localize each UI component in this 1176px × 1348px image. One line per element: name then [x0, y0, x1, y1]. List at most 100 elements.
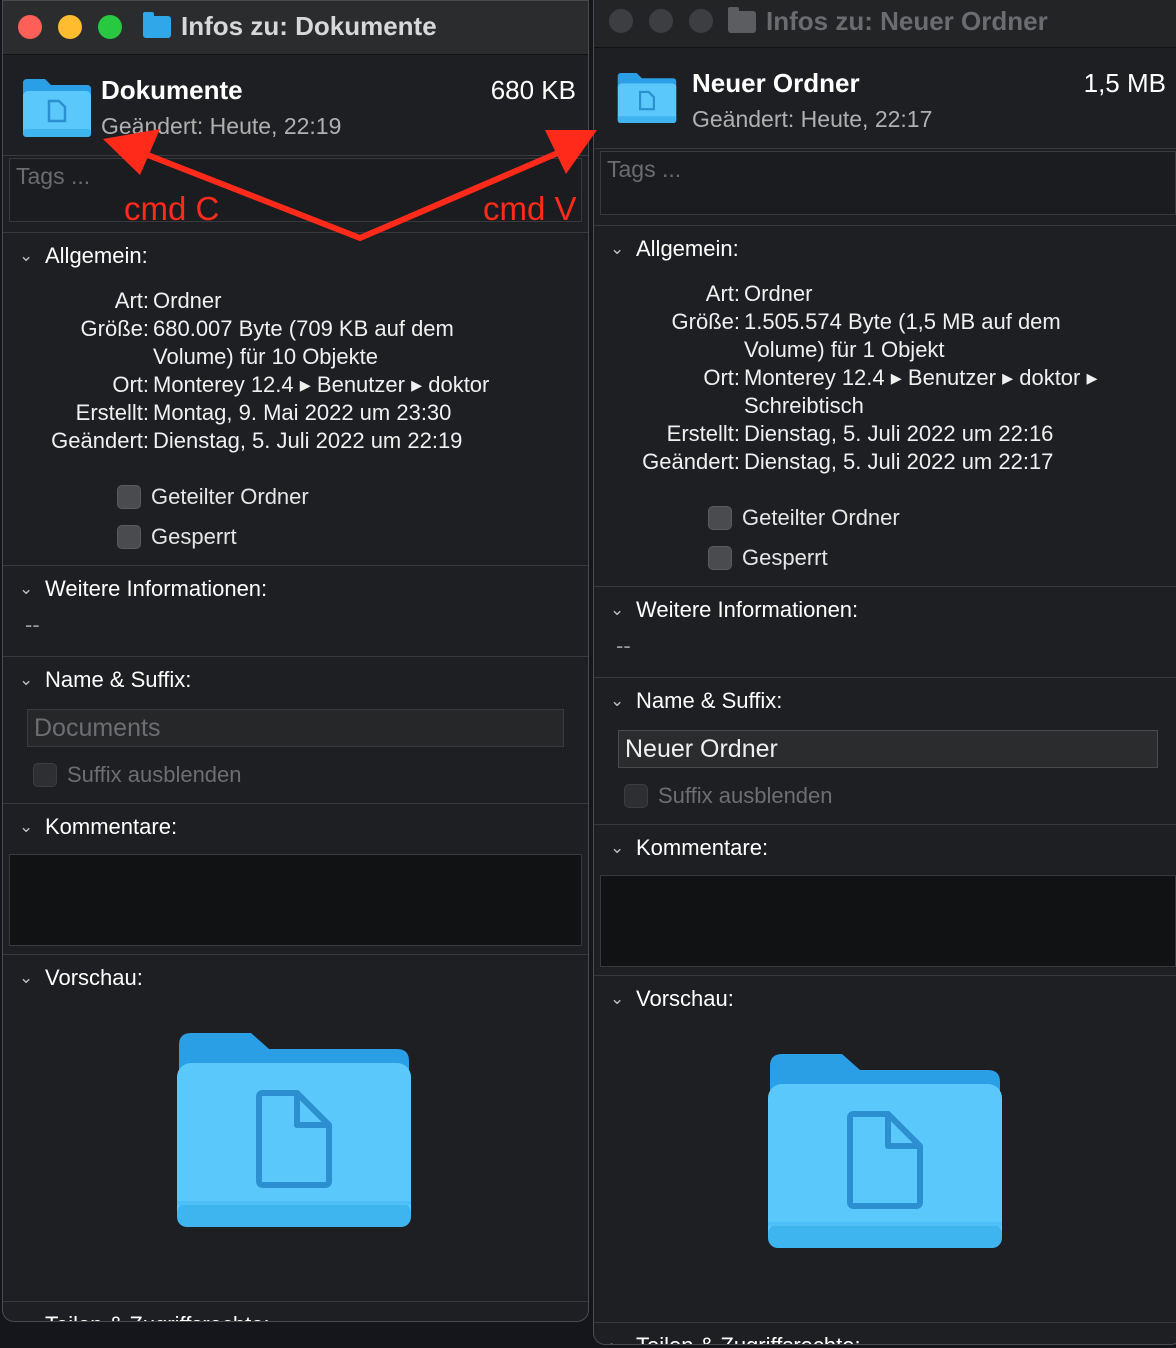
tags-placeholder: Tags ... [607, 156, 682, 182]
folder-preview-icon [768, 1054, 1002, 1248]
window-controls [609, 9, 713, 33]
detail-row-size: Größe: 680.007 Byte (709 KB auf dem Volu… [80, 316, 454, 369]
general-header[interactable]: ⌄ Allgemein: [3, 233, 588, 279]
detail-row-modified: Geändert: Dienstag, 5. Juli 2022 um 22:1… [51, 428, 463, 453]
file-name: Neuer Ordner [692, 68, 860, 98]
shared-folder-checkbox[interactable]: Geteilter Ordner [708, 498, 1176, 538]
preview-area [594, 1022, 1176, 1322]
preview-section: ⌄ Vorschau: [594, 975, 1176, 1322]
name-input[interactable]: Documents [27, 709, 564, 747]
checkbox[interactable] [708, 506, 732, 530]
title-bar: Infos zu: Dokumente [3, 1, 588, 55]
hide-suffix-checkbox[interactable]: Suffix ausblenden [33, 747, 588, 803]
preview-header[interactable]: ⌄ Vorschau: [3, 955, 588, 1001]
detail-row-modified: Geändert: Dienstag, 5. Juli 2022 um 22:1… [642, 449, 1054, 474]
minimize-button[interactable] [649, 9, 673, 33]
detail-row-created: Erstellt: Montag, 9. Mai 2022 um 23:30 [75, 400, 452, 425]
file-name: Dokumente [101, 75, 243, 105]
title-bar: Infos zu: Neuer Ordner [594, 0, 1176, 48]
chevron-down-icon: ⌄ [19, 968, 34, 987]
hide-suffix-checkbox[interactable]: Suffix ausblenden [624, 768, 1176, 824]
more-info-section: ⌄ Weitere Informationen: -- [3, 565, 588, 656]
preview-area [3, 1001, 588, 1301]
more-info-value: -- [616, 633, 631, 658]
chevron-down-icon: ⌄ [610, 989, 625, 1008]
copy-shortcut-label: cmd C [124, 190, 220, 227]
paste-shortcut-label: cmd V [483, 190, 577, 227]
checkbox[interactable] [117, 485, 141, 509]
comments-section: ⌄ Kommentare: [594, 824, 1176, 967]
chevron-down-icon: ⌄ [19, 579, 34, 598]
chevron-down-icon: ⌄ [610, 600, 625, 619]
name-suffix-section: ⌄ Name & Suffix: Documents Suffix ausble… [3, 656, 588, 803]
more-info-value: -- [25, 612, 40, 637]
comments-textarea[interactable] [9, 854, 582, 946]
window-title: Infos zu: Dokumente [143, 11, 437, 42]
comments-header[interactable]: ⌄ Kommentare: [594, 825, 1176, 871]
chevron-right-icon: › [610, 1336, 626, 1344]
folder-preview-icon [177, 1033, 411, 1227]
chevron-down-icon: ⌄ [610, 838, 625, 857]
detail-row-kind: Art: Ordner [705, 281, 813, 306]
chevron-down-icon: ⌄ [610, 239, 625, 258]
more-info-section: ⌄ Weitere Informationen: -- [594, 586, 1176, 677]
general-header[interactable]: ⌄ Allgemein: [594, 226, 1176, 272]
zoom-button[interactable] [689, 9, 713, 33]
tags-field[interactable]: Tags ... [600, 151, 1176, 215]
window-controls [18, 15, 122, 39]
locked-checkbox[interactable]: Gesperrt [708, 538, 1176, 578]
detail-row-size: Größe: 1.505.574 Byte (1,5 MB auf dem Vo… [671, 309, 1061, 362]
checkbox[interactable] [117, 525, 141, 549]
name-input[interactable]: Neuer Ordner [618, 730, 1158, 768]
checkbox[interactable] [624, 784, 648, 808]
general-section: ⌄ Allgemein: Art: Ordner Größe: 1.505.57… [594, 225, 1176, 578]
sharing-header[interactable]: › Teilen & Zugriffsrechte: [594, 1323, 1176, 1344]
preview-section: ⌄ Vorschau: [3, 954, 588, 1301]
detail-row-kind: Art: Ordner [114, 288, 222, 313]
tags-placeholder: Tags ... [16, 163, 91, 189]
name-suffix-section: ⌄ Name & Suffix: Neuer Ordner Suffix aus… [594, 677, 1176, 824]
file-size: 680 KB [490, 75, 576, 105]
locked-checkbox[interactable]: Gesperrt [117, 517, 588, 557]
chevron-down-icon: ⌄ [610, 691, 625, 710]
general-details: Art: Ordner Größe: 680.007 Byte (709 KB … [3, 279, 588, 455]
checkbox[interactable] [33, 763, 57, 787]
minimize-button[interactable] [58, 15, 82, 39]
detail-row-location: Ort: Monterey 12.4 ▸ Benutzer ▸ doktor ▸… [703, 365, 1098, 418]
file-header: Neuer Ordner Geändert: Heute, 22:17 1,5 … [594, 48, 1176, 149]
name-suffix-header[interactable]: ⌄ Name & Suffix: [3, 657, 588, 703]
folder-icon [23, 79, 91, 137]
comments-section: ⌄ Kommentare: [3, 803, 588, 946]
more-info-header[interactable]: ⌄ Weitere Informationen: [594, 587, 1176, 633]
checkbox[interactable] [708, 546, 732, 570]
sharing-header[interactable]: › Teilen & Zugriffsrechte: [3, 1302, 588, 1321]
comments-header[interactable]: ⌄ Kommentare: [3, 804, 588, 850]
modified-date: Geändert: Heute, 22:17 [692, 106, 933, 132]
general-section: ⌄ Allgemein: Art: Ordner Größe: 680.007 … [3, 232, 588, 557]
info-window-neuer-ordner: Infos zu: Neuer Ordner Neuer Ordner Geän… [593, 0, 1176, 1345]
folder-icon [617, 73, 677, 123]
general-details: Art: Ordner Größe: 1.505.574 Byte (1,5 M… [594, 272, 1176, 476]
shared-folder-checkbox[interactable]: Geteilter Ordner [117, 477, 588, 517]
detail-row-location: Ort: Monterey 12.4 ▸ Benutzer ▸ doktor [112, 372, 490, 397]
more-info-header[interactable]: ⌄ Weitere Informationen: [3, 566, 588, 612]
name-suffix-header[interactable]: ⌄ Name & Suffix: [594, 678, 1176, 724]
comments-textarea[interactable] [600, 875, 1176, 967]
detail-row-created: Erstellt: Dienstag, 5. Juli 2022 um 22:1… [666, 421, 1054, 446]
sharing-section: › Teilen & Zugriffsrechte: [594, 1322, 1176, 1344]
sharing-section: › Teilen & Zugriffsrechte: [3, 1301, 588, 1321]
preview-header[interactable]: ⌄ Vorschau: [594, 976, 1176, 1022]
close-button[interactable] [18, 15, 42, 39]
chevron-down-icon: ⌄ [19, 817, 34, 836]
file-size: 1,5 MB [1083, 68, 1166, 98]
file-header: Dokumente Geändert: Heute, 22:19 680 KB [3, 55, 588, 156]
modified-date: Geändert: Heute, 22:19 [101, 113, 342, 139]
chevron-down-icon: ⌄ [19, 670, 34, 689]
chevron-right-icon: › [19, 1315, 35, 1321]
folder-icon [143, 11, 171, 38]
zoom-button[interactable] [98, 15, 122, 39]
close-button[interactable] [609, 9, 633, 33]
window-title: Infos zu: Neuer Ordner [728, 6, 1048, 37]
chevron-down-icon: ⌄ [19, 246, 34, 265]
folder-icon [728, 6, 756, 33]
